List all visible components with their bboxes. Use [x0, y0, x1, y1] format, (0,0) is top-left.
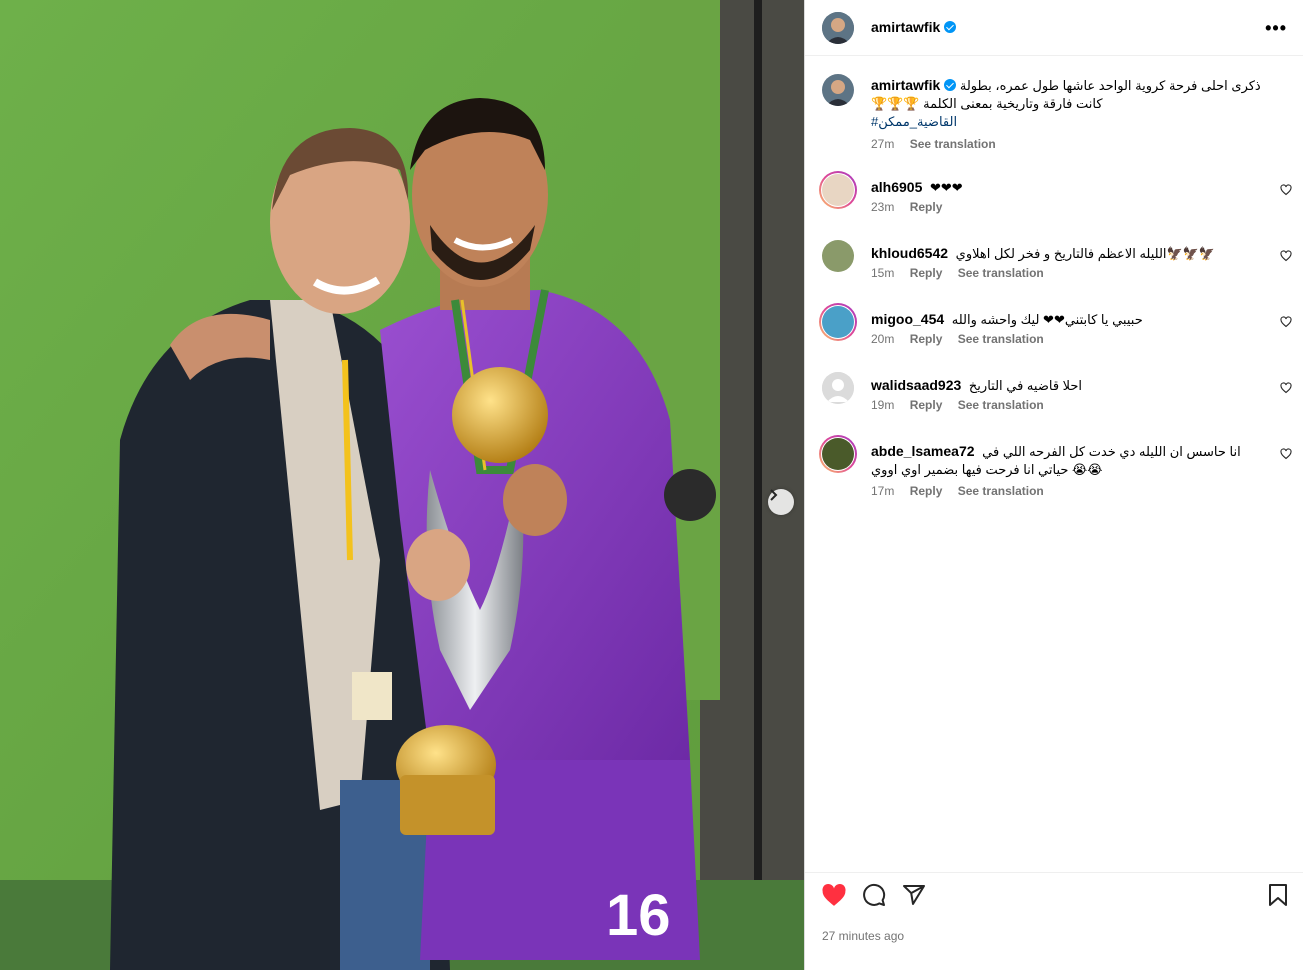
commenter-avatar[interactable] — [822, 240, 854, 272]
heart-filled-icon[interactable] — [821, 883, 847, 907]
comment-see-translation-button[interactable]: See translation — [958, 332, 1044, 346]
comment-meta: 19m Reply See translation — [871, 398, 1056, 412]
comment-time: 17m — [871, 484, 895, 498]
commenter-avatar[interactable] — [822, 372, 854, 404]
comment-like-heart-icon[interactable] — [1280, 184, 1292, 196]
caption-author-avatar[interactable] — [822, 74, 854, 106]
comment-meta: 15m Reply See translation — [871, 266, 1056, 280]
more-options-button[interactable]: ••• — [1265, 18, 1287, 39]
next-image-button[interactable] — [768, 489, 794, 515]
comment-reply-button[interactable]: Reply — [910, 332, 943, 346]
comment-body: alh6905 ❤❤❤ — [871, 178, 1261, 197]
post-photo-illustration: 16 — [0, 0, 804, 970]
chevron-right-icon — [770, 489, 778, 501]
comment-see-translation-button[interactable]: See translation — [958, 266, 1044, 280]
post-side-panel: amirtawfik ••• amirtawfik ذكرى احلى فرحة… — [804, 0, 1303, 970]
caption-see-translation-button[interactable]: See translation — [910, 137, 996, 151]
post-time-ago[interactable]: 27 minutes ago — [822, 929, 904, 943]
instagram-post-view: 16 amirtawfik ••• amirtawfik ذكرى احلى ف… — [0, 0, 1303, 970]
avatar-portrait-icon — [822, 12, 854, 44]
author-username-text[interactable]: amirtawfik — [871, 19, 940, 35]
comment-meta: 20m Reply See translation — [871, 332, 1056, 346]
comment-reply-button[interactable]: Reply — [910, 266, 943, 280]
comment-text: الليله الاعظم فالتاريخ و فخر لكل اهلاوي🦅… — [955, 246, 1216, 261]
comment-like-heart-icon[interactable] — [1280, 448, 1292, 460]
caption-time: 27m — [871, 137, 895, 151]
comment-reply-button[interactable]: Reply — [910, 398, 943, 412]
comment-reply-button[interactable]: Reply — [910, 484, 943, 498]
comment-text: ❤❤❤ — [930, 180, 963, 195]
post-header: amirtawfik ••• — [805, 0, 1303, 56]
jersey-number: 16 — [606, 883, 671, 948]
author-username[interactable]: amirtawfik — [871, 19, 957, 35]
comment-body: walidsaad923 احلا قاضيه في التاريخ — [871, 376, 1261, 395]
comment-text: حبيبي يا كابتني❤❤ ليك واحشه والله — [951, 312, 1143, 327]
caption-meta: 27m See translation — [871, 137, 1008, 151]
comment-like-heart-icon[interactable] — [1280, 250, 1292, 262]
post-caption: amirtawfik ذكرى احلى فرحة كروية الواحد ع… — [871, 76, 1281, 131]
comment-see-translation-button[interactable]: See translation — [958, 484, 1044, 498]
commenter-avatar[interactable] — [822, 174, 854, 206]
commenter-username[interactable]: abde_lsamea72 — [871, 443, 975, 459]
comment-see-translation-button[interactable]: See translation — [958, 398, 1044, 412]
comment-body: khloud6542 الليله الاعظم فالتاريخ و فخر … — [871, 244, 1261, 263]
comment-time: 20m — [871, 332, 895, 346]
comment-body: migoo_454 حبيبي يا كابتني❤❤ ليك واحشه وا… — [871, 310, 1261, 329]
share-icon[interactable] — [902, 883, 926, 907]
commenter-username[interactable]: walidsaad923 — [871, 377, 961, 393]
commenter-avatar[interactable] — [822, 306, 854, 338]
comment-meta: 23m Reply — [871, 200, 954, 214]
comment-icon[interactable] — [862, 883, 886, 907]
comment-like-heart-icon[interactable] — [1280, 316, 1292, 328]
author-avatar[interactable] — [822, 12, 854, 44]
comment-reply-button[interactable]: Reply — [910, 200, 943, 214]
post-actions-bar: 27 minutes ago — [805, 872, 1303, 971]
comment-time: 19m — [871, 398, 895, 412]
verified-badge-icon — [944, 21, 957, 33]
comment-like-heart-icon[interactable] — [1280, 382, 1292, 394]
comment-meta: 17m Reply See translation — [871, 484, 1056, 498]
default-avatar-icon — [822, 372, 854, 404]
post-image[interactable]: 16 — [0, 0, 804, 970]
comment-body: abde_lsamea72 انا حاسس ان الليله دي خدت … — [871, 442, 1261, 479]
avatar-portrait-icon — [822, 74, 854, 106]
verified-badge-icon — [944, 79, 957, 91]
commenter-username[interactable]: khloud6542 — [871, 245, 948, 261]
caption-username[interactable]: amirtawfik — [871, 77, 940, 93]
commenter-username[interactable]: migoo_454 — [871, 311, 944, 327]
commenter-username[interactable]: alh6905 — [871, 179, 922, 195]
comment-text: احلا قاضيه في التاريخ — [968, 378, 1083, 393]
caption-hashtag-link[interactable]: #القاضية_ممكن — [871, 113, 1281, 131]
comment-time: 15m — [871, 266, 895, 280]
bookmark-icon[interactable] — [1268, 883, 1288, 907]
comment-time: 23m — [871, 200, 895, 214]
commenter-avatar[interactable] — [822, 438, 854, 470]
